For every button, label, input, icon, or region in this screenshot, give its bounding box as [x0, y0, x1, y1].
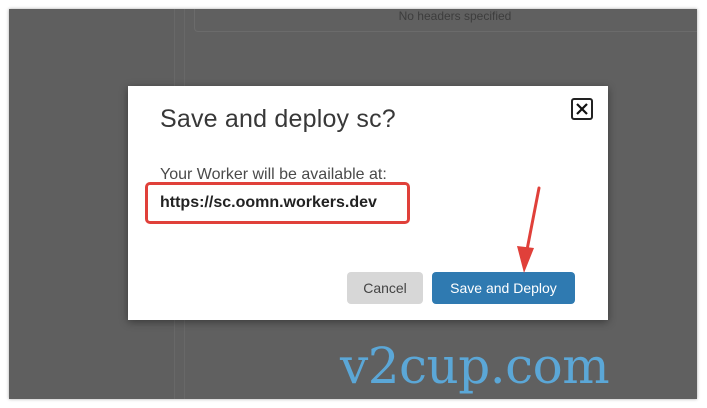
- arrow-down-icon: [517, 186, 541, 273]
- worker-url: https://sc.oomn.workers.dev: [160, 194, 377, 211]
- headers-box: No headers specified: [194, 9, 697, 32]
- cancel-button[interactable]: Cancel: [347, 272, 423, 304]
- close-icon: [576, 103, 588, 115]
- headers-empty-text: No headers specified: [398, 9, 512, 23]
- screenshot: No headers specified Save and deploy sc?…: [0, 0, 707, 408]
- save-and-deploy-button[interactable]: Save and Deploy: [432, 272, 575, 304]
- dialog-title: Save and deploy sc?: [160, 105, 396, 133]
- watermark: v2cup.com: [340, 337, 610, 395]
- close-button[interactable]: [571, 98, 593, 120]
